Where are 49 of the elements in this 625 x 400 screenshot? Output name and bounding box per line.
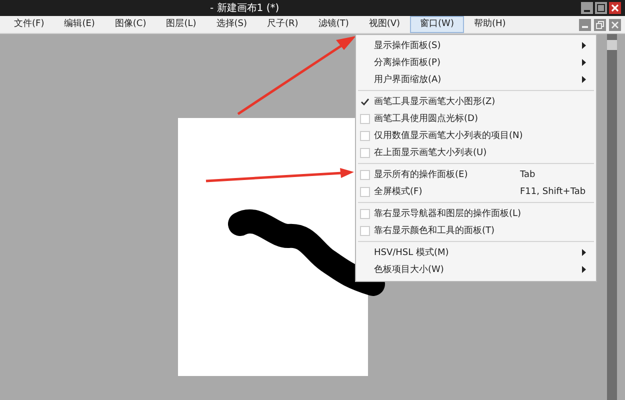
submenu-arrow-icon xyxy=(582,76,586,83)
checkbox[interactable] xyxy=(360,170,370,180)
restore-button[interactable] xyxy=(594,18,606,30)
menu-entry[interactable]: 画笔工具显示画笔大小图形(Z) xyxy=(356,93,596,110)
checkbox[interactable] xyxy=(360,186,370,196)
checkbox[interactable] xyxy=(360,148,370,158)
menu-entry[interactable]: 靠右显示颜色和工具的面板(T) xyxy=(356,222,596,239)
close-icon xyxy=(611,4,619,12)
menu-entry[interactable]: 显示操作面板(S) xyxy=(356,37,596,54)
minimize-icon xyxy=(582,26,588,28)
submenu-arrow-icon xyxy=(582,266,586,273)
minimize-button[interactable] xyxy=(579,18,591,30)
checkbox[interactable] xyxy=(360,114,370,124)
menu-item[interactable]: 帮助(H) xyxy=(464,16,516,33)
checkbox[interactable] xyxy=(360,208,370,218)
checkbox[interactable] xyxy=(360,130,370,140)
submenu-arrow-icon xyxy=(582,59,586,66)
menu-entry[interactable]: 分离操作面板(P) xyxy=(356,54,596,71)
window-title: - 新建画布1 (*) xyxy=(210,2,280,15)
submenu-arrow-icon xyxy=(582,249,586,256)
menu-item[interactable]: 文件(F) xyxy=(4,16,54,33)
menu-entry[interactable]: 用户界面缩放(A) xyxy=(356,71,596,88)
menu-item[interactable]: 尺子(R) xyxy=(257,16,308,33)
menu-entry[interactable]: 显示所有的操作面板(E) Tab xyxy=(356,166,596,183)
menu-item[interactable]: 视图(V) xyxy=(358,16,410,33)
menu-item[interactable]: 滤镜(T) xyxy=(308,16,359,33)
menu-item[interactable]: 选择(S) xyxy=(206,16,258,33)
menu-item[interactable]: 窗口(W) xyxy=(410,16,464,33)
menu-item[interactable]: 图层(L) xyxy=(156,16,206,33)
menu-entry[interactable]: 全屏模式(F) F11, Shift+Tab xyxy=(356,183,596,200)
menu-entry[interactable]: 画笔工具使用圆点光标(D) xyxy=(356,110,596,127)
close-icon xyxy=(611,20,619,28)
menu-entry[interactable]: 在上面显示画笔大小列表(U) xyxy=(356,144,596,161)
submenu-arrow-icon xyxy=(582,42,586,49)
minimize-button[interactable] xyxy=(581,2,593,14)
close-button[interactable] xyxy=(609,2,621,14)
checked-checkbox[interactable] xyxy=(360,96,370,106)
restore-icon xyxy=(596,20,604,28)
minimize-icon xyxy=(584,10,590,12)
menu-entry[interactable]: 仅用数值显示画笔大小列表的项目(N) xyxy=(356,127,596,144)
menu-item[interactable]: 图像(C) xyxy=(104,16,156,33)
checkbox[interactable] xyxy=(360,226,370,236)
menu-entry[interactable]: 靠右显示导航器和图层的操作面板(L) xyxy=(356,205,596,222)
maximize-icon xyxy=(597,4,605,12)
menu-entry[interactable]: 色板项目大小(W) xyxy=(356,261,596,278)
close-button[interactable] xyxy=(609,18,621,30)
menu-item[interactable]: 编辑(E) xyxy=(54,16,105,33)
menu-entry[interactable]: HSV/HSL 模式(M) xyxy=(356,244,596,261)
maximize-button[interactable] xyxy=(595,2,607,14)
